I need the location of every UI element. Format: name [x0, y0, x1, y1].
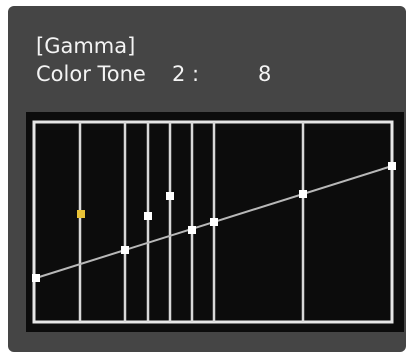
adjust-point[interactable] [121, 246, 129, 254]
adjust-point[interactable] [144, 212, 152, 220]
color-tone-index: 2 : [172, 62, 200, 86]
adjust-point-selected[interactable] [77, 210, 85, 218]
gamma-graph[interactable] [26, 112, 404, 332]
adjust-point[interactable] [32, 274, 40, 282]
adjust-point[interactable] [166, 192, 174, 200]
adjust-point[interactable] [388, 162, 396, 170]
adjust-point[interactable] [299, 190, 307, 198]
color-tone-row: Color Tone 2 : 8 [36, 60, 271, 88]
color-tone-label: Color Tone [36, 62, 146, 86]
color-tone-value[interactable]: 8 [258, 60, 271, 88]
panel-title: [Gamma] [36, 34, 136, 58]
gamma-graph-svg [32, 120, 396, 324]
adjust-point[interactable] [188, 226, 196, 234]
adjust-point[interactable] [210, 218, 218, 226]
